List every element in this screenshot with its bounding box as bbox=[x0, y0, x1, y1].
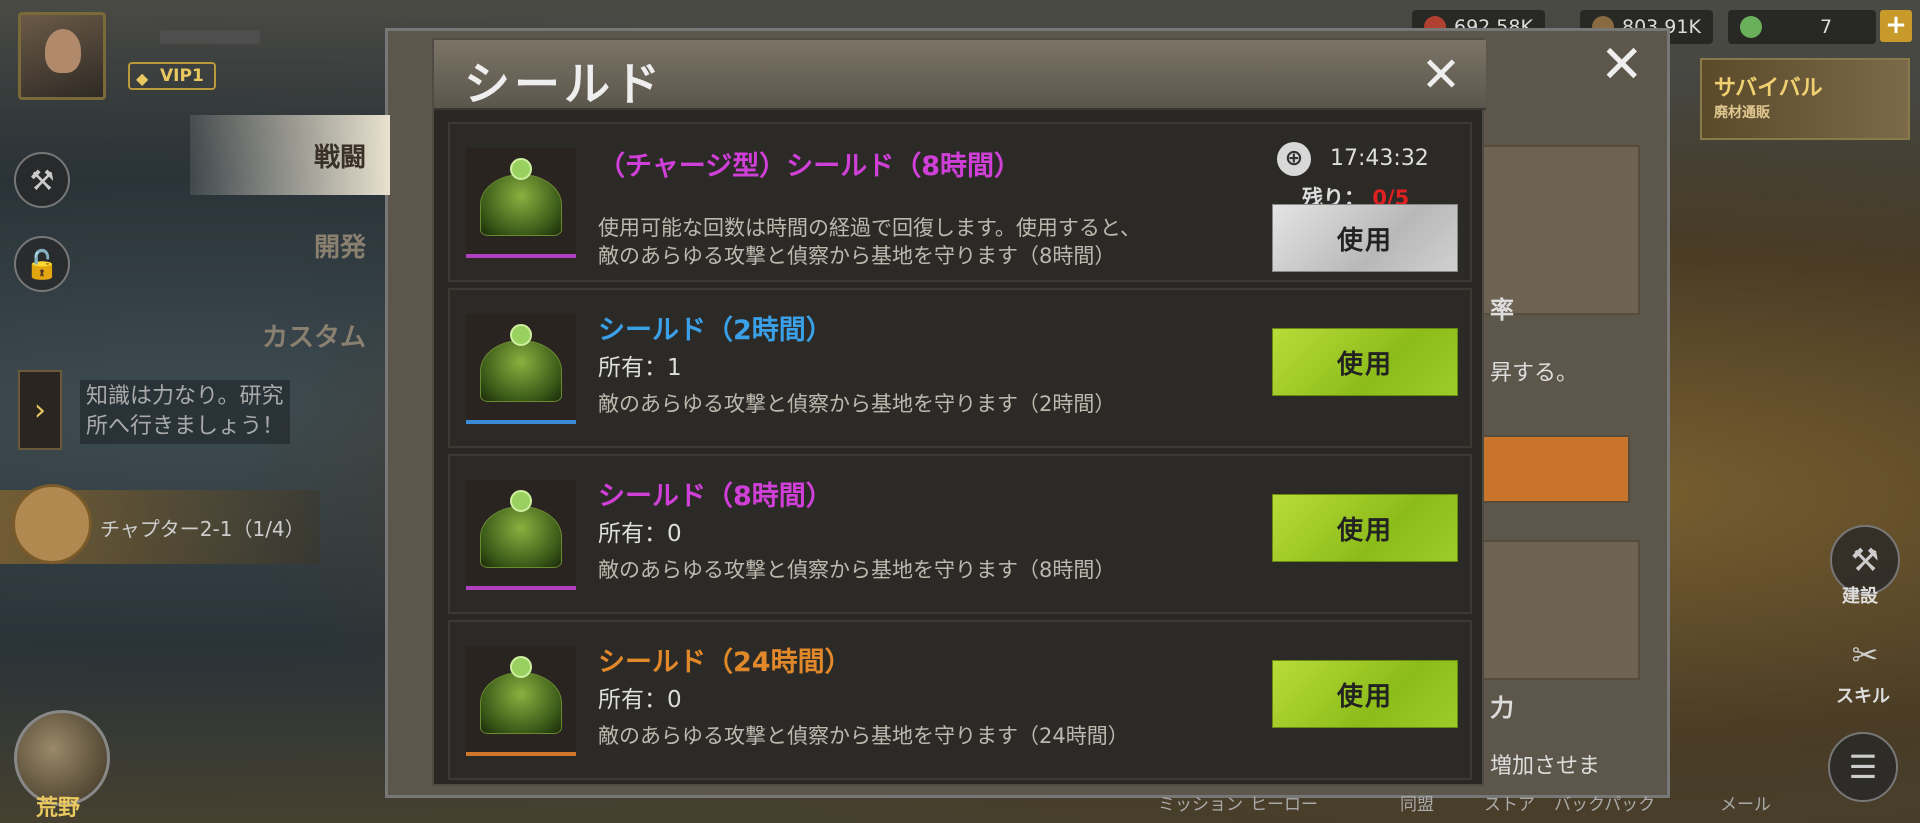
resource-gems[interactable]: 7 bbox=[1728, 10, 1876, 44]
use-button[interactable]: 使用 bbox=[1272, 494, 1458, 562]
back-orange-button[interactable] bbox=[1480, 435, 1630, 503]
owned-count: 所有：0 bbox=[598, 521, 682, 547]
shield-emblem-icon bbox=[510, 656, 532, 678]
list-item: シールド（2時間） 所有：1 敵のあらゆる攻撃と偵察から基地を守ります（2時間）… bbox=[448, 288, 1472, 448]
list-item: （チャージ型）シールド（8時間） ⊕ 17:43:32 残り： 0/5 使用可能… bbox=[448, 122, 1472, 282]
tab-battle[interactable]: 戦闘 bbox=[190, 115, 390, 195]
item-desc-line-2: 敵のあらゆる攻撃と偵察から基地を守ります（8時間） bbox=[598, 244, 1116, 268]
cooldown-timer: 17:43:32 bbox=[1330, 146, 1429, 171]
tab-custom[interactable]: カスタム bbox=[190, 295, 390, 375]
shield-thumb bbox=[466, 148, 576, 258]
item-desc-line-1: 使用可能な回数は時間の経過で回復します。使用すると、 bbox=[598, 216, 1142, 240]
owned-count: 所有：1 bbox=[598, 355, 682, 381]
shield-modal: シールド ✕ （チャージ型）シールド（8時間） ⊕ 17:43:32 残り： 0… bbox=[432, 38, 1486, 786]
clock-icon: ⊕ bbox=[1277, 142, 1311, 176]
back-text-power: 力 bbox=[1490, 694, 1514, 722]
nav-hero[interactable]: ヒーロー bbox=[1250, 790, 1318, 815]
nav-mission[interactable]: ミッション bbox=[1158, 790, 1243, 815]
shield-dome-icon bbox=[480, 174, 562, 236]
hammer-icon[interactable]: ⚒ bbox=[14, 152, 70, 208]
globe-label: 荒野 bbox=[36, 796, 81, 821]
list-item: シールド（24時間） 所有：0 敵のあらゆる攻撃と偵察から基地を守ります（24時… bbox=[448, 620, 1472, 780]
add-gems-button[interactable]: + bbox=[1880, 10, 1912, 42]
item-name: シールド（24時間） bbox=[598, 647, 852, 678]
diamond-icon: ◆ bbox=[136, 69, 149, 88]
nav-alliance[interactable]: 同盟 bbox=[1400, 790, 1434, 815]
chapter-label: チャプター2-1（1/4） bbox=[100, 516, 305, 541]
item-desc: 敵のあらゆる攻撃と偵察から基地を守ります（8時間） bbox=[598, 558, 1116, 582]
survival-banner[interactable]: サバイバル 廃材通販 bbox=[1700, 58, 1910, 140]
skill-label: スキル bbox=[1836, 686, 1890, 707]
shield-thumb bbox=[466, 646, 576, 756]
vip-badge[interactable]: ◆ VIP1 bbox=[128, 62, 216, 90]
chapter-book-icon bbox=[12, 484, 92, 564]
item-name: （チャージ型）シールド（8時間） bbox=[598, 151, 1021, 182]
survival-subtitle: 廃材通販 bbox=[1714, 105, 1770, 121]
item-desc: 敵のあらゆる攻撃と偵察から基地を守ります（2時間） bbox=[598, 392, 1116, 416]
shield-dome-icon bbox=[480, 340, 562, 402]
back-close-icon[interactable]: ✕ bbox=[1600, 39, 1644, 91]
nav-backpack[interactable]: バックパック bbox=[1554, 790, 1655, 815]
close-icon[interactable]: ✕ bbox=[1418, 51, 1464, 99]
use-button[interactable]: 使用 bbox=[1272, 660, 1458, 728]
shield-dome-icon bbox=[480, 506, 562, 568]
gems-value: 7 bbox=[1820, 16, 1833, 38]
modal-header: シールド ✕ bbox=[434, 40, 1486, 111]
list-item: シールド（8時間） 所有：0 敵のあらゆる攻撃と偵察から基地を守ります（8時間）… bbox=[448, 454, 1472, 614]
shield-dome-icon bbox=[480, 672, 562, 734]
item-name: シールド（8時間） bbox=[598, 481, 833, 512]
nav-mail[interactable]: メール bbox=[1720, 790, 1771, 815]
back-text-rate: 率 bbox=[1490, 296, 1514, 324]
back-text-up: 昇する。 bbox=[1490, 361, 1579, 386]
item-desc: 敵のあらゆる攻撃と偵察から基地を守ります（24時間） bbox=[598, 724, 1129, 748]
gem-icon bbox=[1740, 16, 1762, 38]
shield-emblem-icon bbox=[510, 158, 532, 180]
hint-line-1: 知識は力なり。研究 bbox=[86, 384, 284, 409]
back-card-2 bbox=[1480, 540, 1640, 680]
vip-label: VIP1 bbox=[160, 66, 204, 86]
modal-title: シールド bbox=[464, 57, 664, 111]
hint-expand-button[interactable]: › bbox=[18, 370, 62, 450]
player-avatar[interactable] bbox=[18, 12, 106, 100]
shield-thumb bbox=[466, 480, 576, 590]
shield-emblem-icon bbox=[510, 324, 532, 346]
lock-icon[interactable]: 🔓 bbox=[14, 236, 70, 292]
survival-title: サバイバル bbox=[1714, 76, 1823, 101]
player-name-bar bbox=[160, 30, 260, 44]
build-label: 建設 bbox=[1842, 586, 1878, 607]
menu-icon[interactable]: ☰ bbox=[1828, 732, 1898, 802]
hint-line-2: 所へ行きましょう！ bbox=[86, 414, 285, 439]
shield-emblem-icon bbox=[510, 490, 532, 512]
use-button[interactable]: 使用 bbox=[1272, 328, 1458, 396]
shield-thumb bbox=[466, 314, 576, 424]
back-text-increase: 増加させま bbox=[1490, 754, 1601, 779]
hint-text: 知識は力なり。研究 所へ行きましょう！ bbox=[80, 380, 291, 444]
item-name: シールド（2時間） bbox=[598, 315, 833, 346]
skill-icon[interactable]: ✂ bbox=[1830, 620, 1900, 690]
owned-count: 所有：0 bbox=[598, 687, 682, 713]
tab-development[interactable]: 開発 bbox=[190, 205, 390, 285]
use-button[interactable]: 使用 bbox=[1272, 204, 1458, 272]
nav-store[interactable]: ストア bbox=[1484, 790, 1535, 815]
